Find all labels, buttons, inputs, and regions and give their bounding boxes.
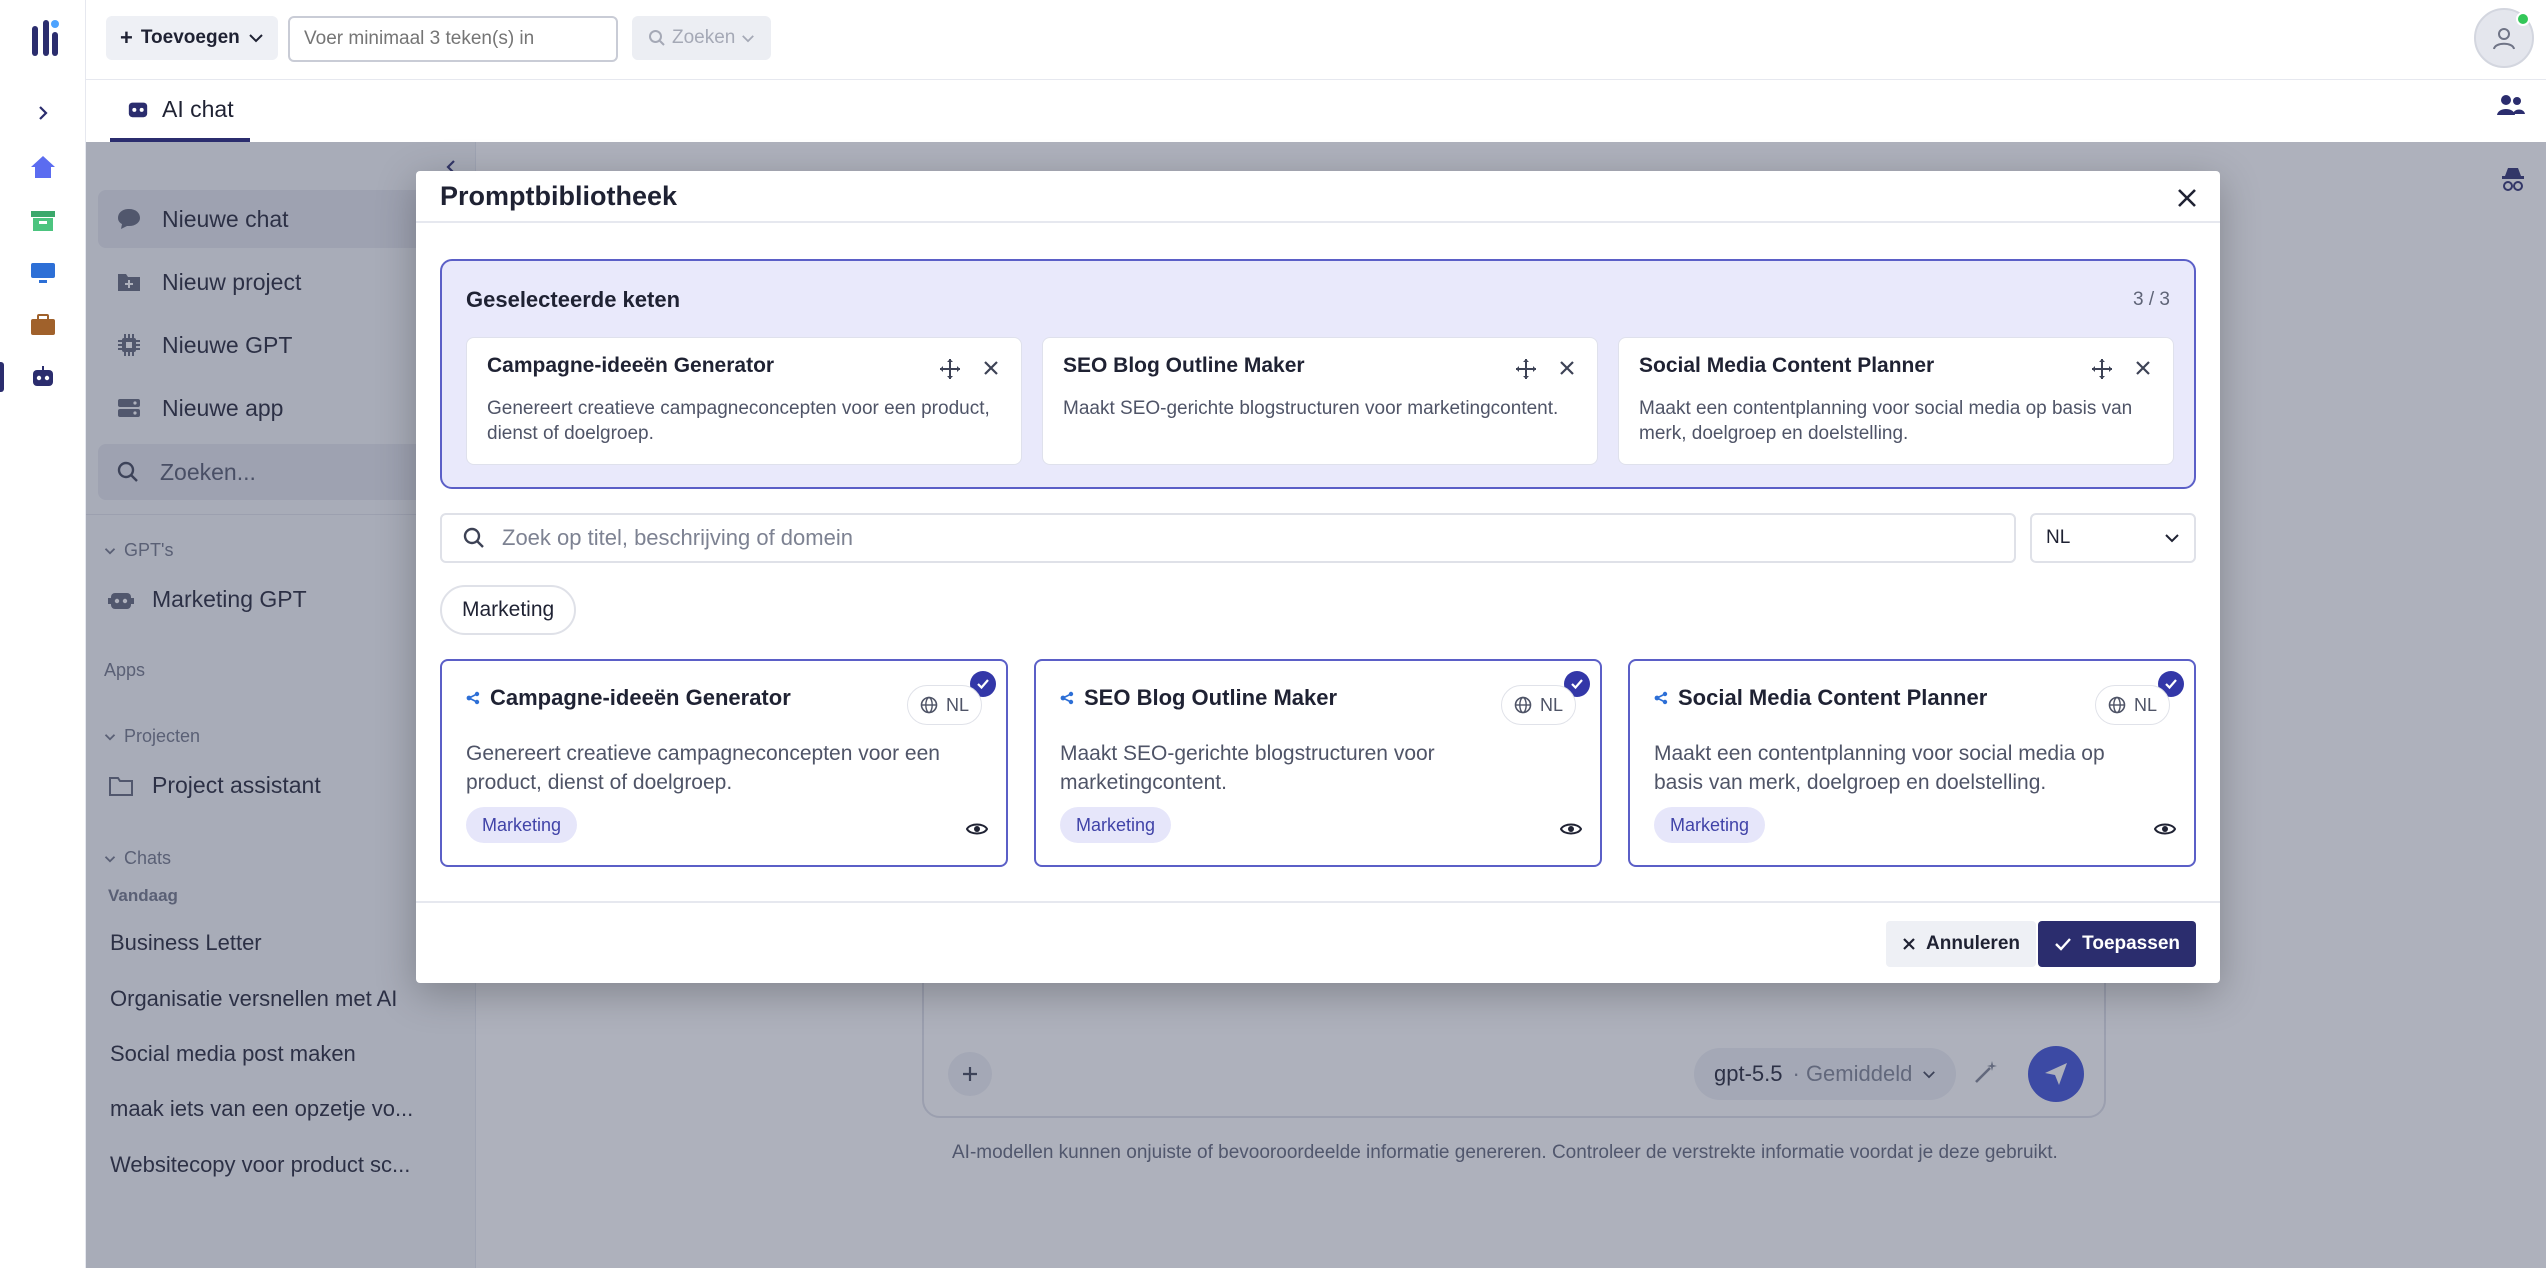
chain-title: Geselecteerde keten (466, 287, 681, 312)
search-icon (649, 30, 665, 46)
language-badge: NL (906, 685, 982, 725)
remove-chain-item-icon[interactable] (2135, 360, 2151, 381)
language-badge: NL (1500, 685, 1576, 725)
prompt-card-title: SEO Blog Outline Maker (1060, 685, 1337, 711)
prompt-card[interactable]: Social Media Content Planner NL Maakt ee… (1628, 659, 2196, 867)
chain-item-title: SEO Blog Outline Maker (1063, 354, 1305, 377)
monitor-icon[interactable] (26, 256, 60, 290)
add-button[interactable]: + Toevoegen (106, 16, 278, 60)
remove-chain-item-icon[interactable] (1559, 360, 1575, 381)
drag-move-icon[interactable] (2091, 358, 2113, 385)
language-badge-label: NL (1539, 694, 1563, 715)
library-search-input[interactable]: Zoek op titel, beschrijving of domein (440, 513, 2016, 563)
archive-icon[interactable] (26, 204, 60, 238)
modal-title: Promptbibliotheek (440, 181, 678, 211)
language-value: NL (2046, 527, 2071, 548)
prompt-library-modal: Promptbibliotheek Geselecteerde keten 3 … (416, 171, 2220, 983)
share-icon (1654, 691, 1668, 705)
plus-icon: + (120, 25, 133, 50)
prompt-card-description: Maakt een contentplanning voor social me… (1654, 742, 2105, 794)
prompt-card[interactable]: SEO Blog Outline Maker NL Maakt SEO-geri… (1034, 659, 1602, 867)
tab-row: AI chat (86, 80, 2546, 142)
global-search-input[interactable] (288, 16, 618, 62)
tab-ai-chat[interactable]: AI chat (110, 80, 250, 142)
chain-item-title: Campagne-ideeën Generator (487, 354, 775, 377)
robot-icon (128, 102, 148, 118)
app-logo[interactable] (30, 18, 60, 58)
chevron-down-icon (2165, 534, 2179, 543)
domain-tag: Marketing (1654, 807, 1766, 843)
globe-icon (2108, 696, 2126, 714)
icon-rail (0, 0, 86, 1268)
close-icon (1903, 938, 1915, 950)
prompt-title-text: SEO Blog Outline Maker (1084, 685, 1338, 710)
chain-item[interactable]: SEO Blog Outline Maker Maakt SEO-gericht… (1042, 337, 1598, 465)
online-status-dot (2516, 12, 2530, 26)
prompt-card-description: Genereert creatieve campagneconcepten vo… (466, 742, 940, 794)
prompt-card[interactable]: Campagne-ideeën Generator NL Genereert c… (440, 659, 1008, 867)
apply-button[interactable]: Toepassen (2038, 921, 2196, 967)
share-icon (466, 691, 480, 705)
home-icon[interactable] (26, 150, 60, 184)
chain-item-description: Maakt een contentplanning voor social me… (1639, 398, 2133, 444)
share-icon (1060, 691, 1074, 705)
cancel-button-label: Annuleren (1926, 933, 2020, 954)
language-badge-label: NL (2133, 694, 2157, 715)
domain-filter-chip[interactable]: Marketing (440, 585, 577, 635)
domain-tag: Marketing (466, 807, 578, 843)
chain-item-description: Genereert creatieve campagneconcepten vo… (487, 398, 990, 444)
chevron-down-icon (249, 34, 263, 43)
global-search-button[interactable]: Zoeken (632, 16, 772, 60)
chain-item[interactable]: Campagne-ideeën Generator Genereert crea… (466, 337, 1022, 465)
drag-move-icon[interactable] (1515, 358, 1537, 385)
library-search-placeholder: Zoek op titel, beschrijving of domein (502, 525, 853, 550)
language-select[interactable]: NL (2030, 513, 2196, 563)
chain-item[interactable]: Social Media Content Planner Maakt een c… (1618, 337, 2174, 465)
prompt-card-title: Campagne-ideeën Generator (466, 685, 791, 711)
eye-icon[interactable] (1559, 821, 1583, 842)
chevron-down-icon (742, 34, 755, 42)
eye-icon[interactable] (2153, 821, 2177, 842)
remove-chain-item-icon[interactable] (983, 360, 999, 381)
expand-rail-chevron-icon[interactable] (28, 98, 58, 128)
prompt-card-title: Social Media Content Planner (1654, 685, 1987, 711)
rail-active-indicator (0, 362, 4, 392)
chain-item-title: Social Media Content Planner (1639, 354, 1935, 377)
globe-icon (1514, 696, 1532, 714)
check-icon (2055, 938, 2072, 951)
apply-button-label: Toepassen (2082, 933, 2180, 954)
tab-label: AI chat (162, 95, 234, 122)
chain-count: 3 / 3 (2133, 289, 2170, 310)
prompt-title-text: Campagne-ideeën Generator (490, 685, 791, 710)
language-badge: NL (2094, 685, 2170, 725)
add-button-label: Toevoegen (140, 27, 240, 48)
language-badge-label: NL (945, 694, 969, 715)
domain-tag: Marketing (1060, 807, 1172, 843)
close-icon[interactable] (2170, 181, 2204, 215)
eye-icon[interactable] (965, 821, 989, 842)
search-button-label: Zoeken (672, 27, 736, 48)
prompt-card-description: Maakt SEO-gerichte blogstructuren voor m… (1060, 742, 1435, 794)
drag-move-icon[interactable] (939, 358, 961, 385)
user-avatar[interactable] (2474, 8, 2534, 68)
user-icon (2493, 28, 2515, 50)
top-bar: + Toevoegen Zoeken (86, 0, 2546, 80)
globe-icon (920, 696, 938, 714)
prompt-title-text: Social Media Content Planner (1678, 685, 1988, 710)
modal-header: Promptbibliotheek (416, 171, 2220, 223)
modal-footer: Annuleren Toepassen (416, 901, 2220, 983)
briefcase-icon[interactable] (26, 308, 60, 342)
robot-icon[interactable] (26, 360, 60, 394)
chain-item-description: Maakt SEO-gerichte blogstructuren voor m… (1063, 398, 1559, 419)
selected-chain-panel: Geselecteerde keten 3 / 3 Campagne-ideeë… (440, 259, 2196, 489)
cancel-button[interactable]: Annuleren (1886, 921, 2036, 967)
search-icon (463, 527, 484, 548)
users-icon[interactable] (2496, 92, 2526, 123)
